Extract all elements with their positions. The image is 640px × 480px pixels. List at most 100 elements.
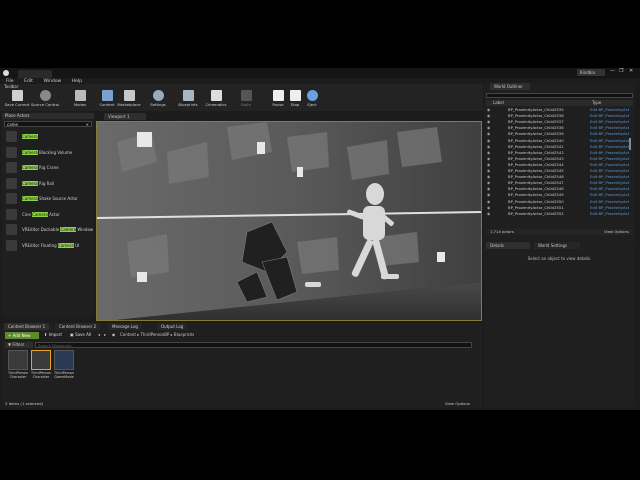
place-actors-search[interactable]: came ✕: [4, 121, 92, 127]
outliner-row-type[interactable]: Edit BP_ProximityAct: [590, 162, 630, 168]
outliner-row-type[interactable]: Edit BP_ProximityAct: [590, 125, 630, 131]
content-view-options[interactable]: View Options: [445, 401, 470, 406]
document-tab[interactable]: [18, 70, 52, 78]
outliner-row[interactable]: ◉ BP_ProximityActor_Child2538 Edit BP_Prox…: [486, 125, 634, 131]
outliner-row-type[interactable]: Edit BP_ProximityAct: [590, 192, 630, 198]
asset-item-selected[interactable]: ThirdPerson Character: [31, 350, 51, 379]
user-badge[interactable]: Kindbia: [577, 69, 605, 76]
visibility-eye-icon[interactable]: ◉: [487, 119, 490, 125]
place-actor-item[interactable]: Camera Shake Source Actor: [4, 192, 94, 206]
outliner-row[interactable]: ◉ BP_ProximityActor_Child2540 Edit BP_Prox…: [486, 138, 634, 144]
outliner-row[interactable]: ◉ BP_ProximityActor_Child2552 Edit BP_Prox…: [486, 211, 634, 217]
outliner-row[interactable]: ◉ BP_ProximityActor_Child2536 Edit BP_Prox…: [486, 113, 634, 119]
place-actor-item[interactable]: VREditor Floating Camera UI: [4, 239, 94, 253]
outliner-row[interactable]: ◉ BP_ProximityActor_Child2537 Edit BP_Prox…: [486, 119, 634, 125]
outliner-view-options[interactable]: View Options: [604, 229, 629, 235]
outliner-row-type[interactable]: Edit BP_ProximityAct: [590, 211, 630, 217]
history-forward-icon[interactable]: ▸: [104, 332, 106, 337]
outliner-row-type[interactable]: Edit BP_ProximityAct: [590, 168, 630, 174]
marketplace-button[interactable]: Marketplace: [114, 90, 144, 107]
blueprints-button[interactable]: Blueprints: [173, 90, 203, 107]
visibility-eye-icon[interactable]: ◉: [487, 131, 490, 137]
visibility-eye-icon[interactable]: ◉: [487, 211, 490, 217]
tab-output-log[interactable]: Output Log: [157, 323, 188, 330]
visibility-eye-icon[interactable]: ◉: [487, 168, 490, 174]
visibility-eye-icon[interactable]: ◉: [487, 107, 490, 113]
outliner-scrollbar[interactable]: [629, 138, 631, 150]
filters-button[interactable]: ▼ Filters: [5, 342, 33, 348]
visibility-eye-icon[interactable]: ◉: [487, 156, 490, 162]
details-tab[interactable]: Details: [486, 242, 530, 249]
outliner-row[interactable]: ◉ BP_ProximityActor_Child2550 Edit BP_Prox…: [486, 199, 634, 205]
outliner-row[interactable]: ◉ BP_ProximityActor_Child2547 Edit BP_Prox…: [486, 180, 634, 186]
asset-search-input[interactable]: Search Blueprints: [35, 342, 472, 348]
outliner-row-type[interactable]: Edit BP_ProximityAct: [590, 180, 630, 186]
minimize-button[interactable]: —: [610, 68, 615, 74]
outliner-row[interactable]: ◉ BP_ProximityActor_Child2542 Edit BP_Prox…: [486, 150, 634, 156]
outliner-search[interactable]: [486, 93, 633, 98]
build-button[interactable]: Build: [231, 90, 261, 107]
visibility-eye-icon[interactable]: ◉: [487, 199, 490, 205]
outliner-row-type[interactable]: Edit BP_ProximityAct: [590, 144, 630, 150]
outliner-row-type[interactable]: Edit BP_ProximityAct: [590, 186, 630, 192]
outliner-row[interactable]: ◉ BP_ProximityActor_Child2541 Edit BP_Prox…: [486, 144, 634, 150]
visibility-eye-icon[interactable]: ◉: [487, 113, 490, 119]
outliner-row-type[interactable]: Edit BP_ProximityAct: [590, 150, 630, 156]
settings-button[interactable]: Settings: [143, 90, 173, 107]
cinematics-button[interactable]: Cinematics: [201, 90, 231, 107]
place-actor-item[interactable]: Camera: [4, 130, 94, 144]
outliner-row[interactable]: ◉ BP_ProximityActor_Child2535 Edit BP_Prox…: [486, 107, 634, 113]
outliner-row-type[interactable]: Edit BP_ProximityAct: [590, 107, 630, 113]
eject-button[interactable]: Eject: [297, 90, 327, 107]
world-settings-tab[interactable]: World Settings: [534, 242, 580, 249]
breadcrumb-blueprints[interactable]: Blueprints: [174, 332, 194, 337]
path-root-icon[interactable]: ◆: [112, 332, 115, 337]
place-actor-item[interactable]: Camera Blocking Volume: [4, 146, 94, 160]
viewport[interactable]: [96, 121, 482, 321]
save-current-button[interactable]: Save Current: [2, 90, 32, 107]
visibility-eye-icon[interactable]: ◉: [487, 144, 490, 150]
outliner-row-type[interactable]: Edit BP_ProximityAct: [590, 113, 630, 119]
asset-item[interactable]: ThirdPerson GameMode: [54, 350, 74, 379]
maximize-button[interactable]: ❐: [619, 68, 623, 74]
outliner-row[interactable]: ◉ BP_ProximityActor_Child2544 Edit BP_Prox…: [486, 162, 634, 168]
outliner-row-type[interactable]: Edit BP_ProximityAct: [590, 199, 630, 205]
outliner-row[interactable]: ◉ BP_ProximityActor_Child2539 Edit BP_Prox…: [486, 131, 634, 137]
visibility-eye-icon[interactable]: ◉: [487, 186, 490, 192]
visibility-eye-icon[interactable]: ◉: [487, 205, 490, 211]
outliner-row[interactable]: ◉ BP_ProximityActor_Child2546 Edit BP_Prox…: [486, 174, 634, 180]
add-new-button[interactable]: + Add New: [5, 332, 39, 339]
visibility-eye-icon[interactable]: ◉: [487, 192, 490, 198]
outliner-row[interactable]: ◉ BP_ProximityActor_Child2543 Edit BP_Prox…: [486, 156, 634, 162]
visibility-eye-icon[interactable]: ◉: [487, 174, 490, 180]
clear-search-icon[interactable]: ✕: [86, 122, 89, 127]
save-all-button[interactable]: ▣ Save All: [70, 332, 91, 337]
outliner-row-type[interactable]: Edit BP_ProximityAct: [590, 174, 630, 180]
place-actor-item[interactable]: Camera Rig Crane: [4, 161, 94, 175]
visibility-eye-icon[interactable]: ◉: [487, 150, 490, 156]
outliner-row-type[interactable]: Edit BP_ProximityAct: [590, 205, 630, 211]
outliner-row-type[interactable]: Edit BP_ProximityAct: [590, 119, 630, 125]
breadcrumb-thirdpersonbp[interactable]: ThirdPersonBP: [140, 332, 169, 337]
outliner-col-type[interactable]: Type: [592, 100, 601, 106]
breadcrumb-content[interactable]: Content: [120, 332, 136, 337]
place-actor-item[interactable]: Camera Rig Rail: [4, 177, 94, 191]
visibility-eye-icon[interactable]: ◉: [487, 162, 490, 168]
import-button[interactable]: ⬆ Import: [44, 332, 62, 337]
source-control-button[interactable]: Source Control: [30, 90, 60, 107]
asset-item[interactable]: ThirdPerson Character: [8, 350, 28, 379]
tab-message-log[interactable]: Message Log: [108, 323, 142, 330]
tab-content-browser-2[interactable]: Content Browser 2: [55, 323, 101, 330]
outliner-row[interactable]: ◉ BP_ProximityActor_Child2545 Edit BP_Prox…: [486, 168, 634, 174]
visibility-eye-icon[interactable]: ◉: [487, 125, 490, 131]
outliner-row[interactable]: ◉ BP_ProximityActor_Child2549 Edit BP_Prox…: [486, 192, 634, 198]
history-back-icon[interactable]: ◂: [98, 332, 100, 337]
outliner-row-type[interactable]: Edit BP_ProximityAct: [590, 156, 630, 162]
modes-button[interactable]: Modes: [65, 90, 95, 107]
place-actor-item[interactable]: Cine Camera Actor: [4, 208, 94, 222]
visibility-eye-icon[interactable]: ◉: [487, 180, 490, 186]
outliner-row-type[interactable]: Edit BP_ProximityAct: [590, 131, 630, 137]
outliner-row-type[interactable]: Edit BP_ProximityAct: [590, 138, 630, 144]
outliner-row[interactable]: ◉ BP_ProximityActor_Child2548 Edit BP_Prox…: [486, 186, 634, 192]
visibility-eye-icon[interactable]: ◉: [487, 138, 490, 144]
